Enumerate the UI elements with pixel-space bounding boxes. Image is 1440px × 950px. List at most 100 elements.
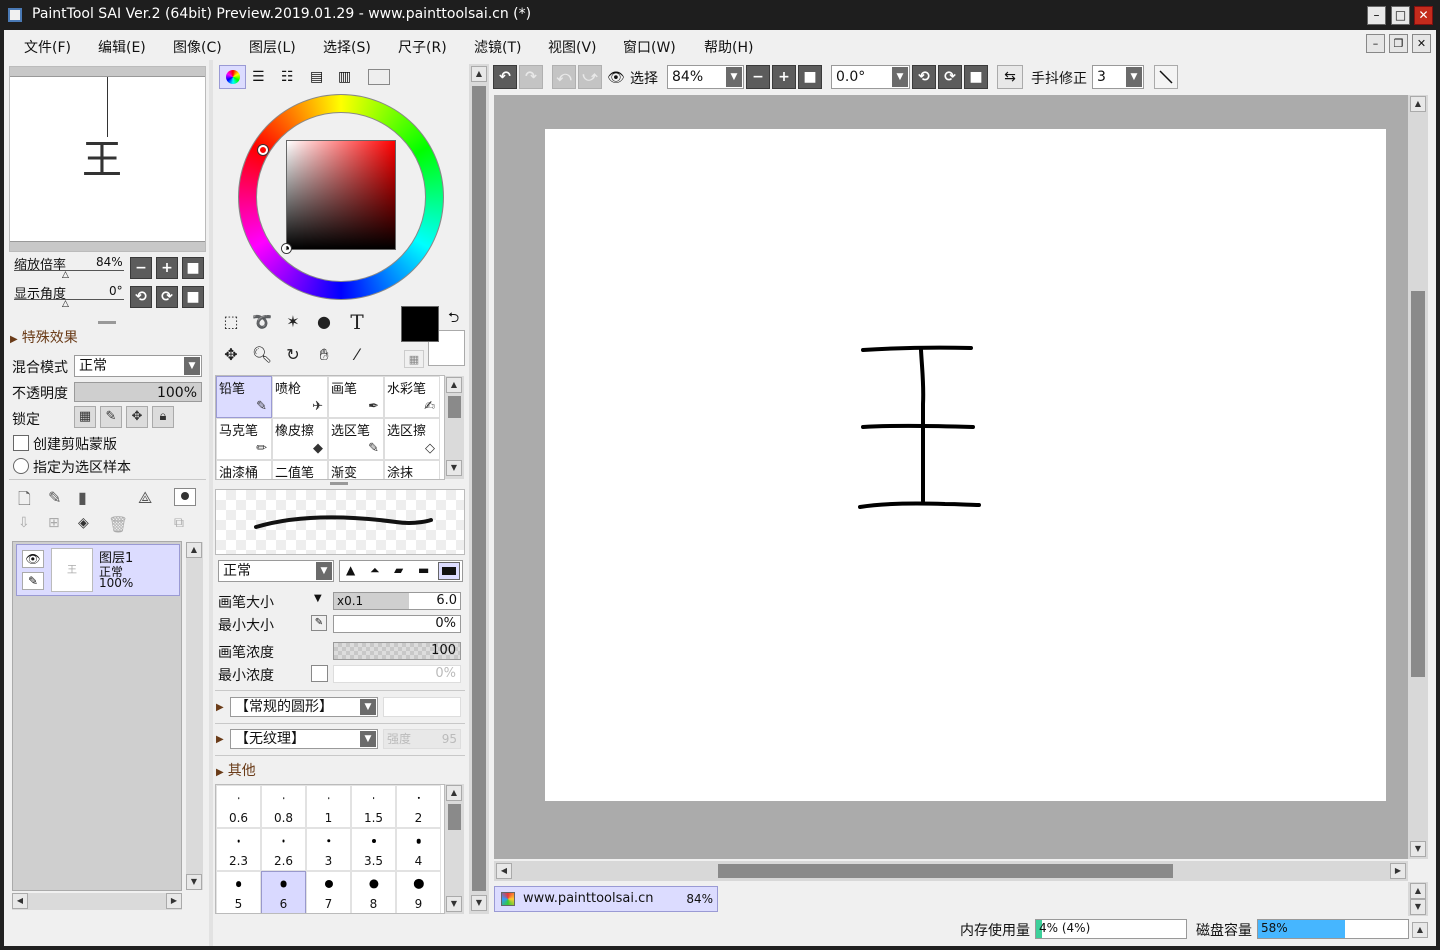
size-preset[interactable]: 1 <box>306 785 351 828</box>
hard-edge-icon[interactable]: ▰ <box>394 563 403 577</box>
saturation-value-square[interactable] <box>286 140 396 250</box>
menu-select[interactable]: 选择(S) <box>323 37 371 57</box>
size-preset[interactable]: 2.3 <box>216 828 261 871</box>
flat-edge-icon[interactable]: ▬ <box>418 563 429 577</box>
scroll-up-icon[interactable]: ▲ <box>186 542 202 558</box>
rgb-slider-tab[interactable]: ☰ <box>252 69 265 85</box>
zoom-slider-handle[interactable]: △ <box>62 270 69 280</box>
doc-minimize-button[interactable]: – <box>1366 34 1385 53</box>
min-size-slider[interactable]: 0% <box>333 615 461 633</box>
redo-button[interactable]: ↷ <box>519 65 543 89</box>
size-preset[interactable]: 2.6 <box>261 828 306 871</box>
brush-slot[interactable]: 涂抹 <box>384 460 440 479</box>
layer-item[interactable]: 👁︎ ✎ 王 图层1 正常 100% <box>16 544 180 596</box>
new-folder-icon[interactable]: ▮ <box>78 488 87 507</box>
other-section[interactable]: ▶ 其他 <box>216 760 256 780</box>
brush-slot[interactable]: 马克笔 ✏ <box>216 418 272 460</box>
brush-slot[interactable]: 油漆桶 <box>216 460 272 479</box>
toolbar-zoom-in-button[interactable]: + <box>772 65 796 89</box>
move-icon[interactable]: ✥ <box>217 341 245 369</box>
scroll-down-icon[interactable]: ▼ <box>1410 899 1426 915</box>
size-preset[interactable]: 7 <box>306 871 351 913</box>
layer-mask-icon[interactable] <box>174 488 196 506</box>
drawing-canvas[interactable] <box>545 129 1386 801</box>
panel-resize-grip[interactable] <box>98 321 116 324</box>
color-wheel-tab[interactable] <box>219 65 246 89</box>
presets-scrollbar[interactable]: ▲ ▼ <box>445 784 464 914</box>
document-tab[interactable]: www.painttoolsai.cn 84% <box>494 886 718 912</box>
user-colors-tab[interactable] <box>368 69 390 85</box>
size-preset[interactable]: 6 <box>261 871 306 913</box>
size-preset[interactable]: 1.5 <box>351 785 396 828</box>
merge-down-icon[interactable]: ⊞ <box>48 515 60 531</box>
invert-select-button[interactable]: ⤻ <box>578 65 602 89</box>
min-density-slider[interactable]: 0% <box>333 665 461 683</box>
toolbar-rotate-left-button[interactable]: ⟲ <box>912 65 936 89</box>
panel-splitter[interactable] <box>209 60 213 946</box>
brush-slot[interactable]: 画笔 ✒ <box>328 376 384 418</box>
size-options-icon[interactable]: ▼ <box>314 593 322 604</box>
brush-slot[interactable]: 选区笔 ✎ <box>328 418 384 460</box>
brush-slot[interactable]: 选区擦 ◇ <box>384 418 440 460</box>
brush-size-slider[interactable]: x0.1 6.0 <box>333 592 461 610</box>
navigator-preview[interactable]: 王 <box>9 66 206 252</box>
transfer-down-icon[interactable]: ⇩ <box>18 515 30 531</box>
panel-splitter-scroll[interactable]: ▲ ▼ <box>469 64 489 914</box>
canvas-hscrollbar[interactable]: ◀ ▶ <box>494 861 1408 881</box>
scroll-down-icon[interactable]: ▼ <box>446 460 462 476</box>
menu-layer[interactable]: 图层(L) <box>249 37 296 57</box>
angle-slider[interactable] <box>14 299 124 300</box>
eye-icon[interactable]: 👁︎ <box>607 70 625 86</box>
brush-mode-select[interactable]: 正常 ▼ <box>218 560 334 582</box>
size-preset[interactable]: 0.8 <box>261 785 306 828</box>
swatches-tab[interactable]: ▤ <box>310 69 323 85</box>
size-preset[interactable]: 3.5 <box>351 828 396 871</box>
toolbar-zoom-reset-button[interactable]: ■ <box>798 65 822 89</box>
layer-list-hscrollbar[interactable]: ◀ ▶ <box>12 893 182 910</box>
zoom-in-button[interactable]: + <box>156 257 178 279</box>
menu-image[interactable]: 图像(C) <box>173 37 222 57</box>
doc-close-button[interactable]: ✕ <box>1412 34 1431 53</box>
menu-file[interactable]: 文件(F) <box>24 37 71 57</box>
brush-slot[interactable]: 铅笔 ✎ <box>216 376 272 418</box>
soft-edge-icon[interactable]: ▲ <box>346 563 355 577</box>
blend-mode-select[interactable]: 正常 ▼ <box>74 355 202 377</box>
size-preset[interactable]: 9 <box>396 871 441 913</box>
brush-shape-select[interactable]: 【常规的圆形】 ▼ <box>230 697 378 717</box>
hsv-slider-tab[interactable]: ☷ <box>281 69 294 85</box>
primary-color-swatch[interactable] <box>401 306 439 342</box>
eye-icon[interactable]: 👁︎ <box>22 550 44 568</box>
scroll-down-icon[interactable]: ▼ <box>471 895 487 911</box>
apply-mask-icon[interactable]: ⧉ <box>174 515 184 531</box>
menu-help[interactable]: 帮助(H) <box>704 37 753 57</box>
panel-resize-grip[interactable] <box>330 482 348 485</box>
toolbar-zoom-out-button[interactable]: − <box>746 65 770 89</box>
size-preset[interactable]: 3 <box>306 828 351 871</box>
scroll-up-icon[interactable]: ▲ <box>1410 96 1426 112</box>
brush-slot[interactable]: 二值笔 <box>272 460 328 479</box>
size-preset[interactable]: 2 <box>396 785 441 828</box>
maximize-button[interactable]: □ <box>1391 6 1410 25</box>
close-button[interactable]: ✕ <box>1414 6 1433 25</box>
canvas-vscrollbar[interactable]: ▲ ▼ <box>1408 95 1428 859</box>
size-preset[interactable]: 4 <box>396 828 441 871</box>
new-vector-layer-icon[interactable]: ✎ <box>48 488 61 507</box>
size-preset[interactable]: 8 <box>351 871 396 913</box>
square-edge-icon[interactable] <box>438 562 460 580</box>
expand-texture-icon[interactable]: ▶ <box>216 734 224 745</box>
angle-slider-handle[interactable]: △ <box>62 299 69 309</box>
lock-move-icon[interactable]: ✥ <box>126 406 148 428</box>
lock-paint-icon[interactable]: ✎ <box>100 406 122 428</box>
scroll-thumb[interactable] <box>718 864 1173 878</box>
scroll-left-icon[interactable]: ◀ <box>496 863 512 879</box>
scroll-thumb[interactable] <box>1411 291 1425 677</box>
canvas-viewport[interactable] <box>494 95 1408 859</box>
zoom-icon[interactable]: 🔍︎ <box>248 341 276 369</box>
scratchpad-tab[interactable]: ▥ <box>338 69 351 85</box>
brush-slot[interactable]: 橡皮擦 ◆ <box>272 418 328 460</box>
opacity-slider[interactable]: 100% <box>74 382 202 402</box>
menu-view[interactable]: 视图(V) <box>548 37 597 57</box>
min-density-checkbox[interactable] <box>311 665 328 682</box>
shape-icon[interactable]: ● <box>310 308 338 336</box>
minimize-button[interactable]: – <box>1367 6 1386 25</box>
